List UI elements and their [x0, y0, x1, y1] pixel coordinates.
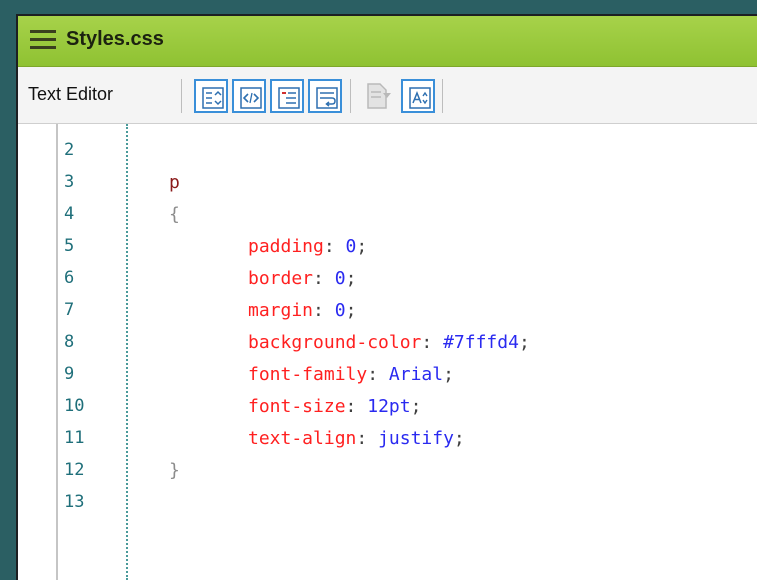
code-line[interactable]: 13 — [18, 489, 757, 517]
css-semicolon: ; — [453, 428, 465, 449]
code-line[interactable]: 8 background-color: #7fffd4; — [18, 329, 757, 357]
code-line[interactable]: 7 margin: 0; — [18, 297, 757, 325]
line-number: 12 — [64, 460, 85, 480]
css-selector: p — [169, 172, 180, 193]
css-brace: } — [169, 460, 180, 481]
toolbar: Text Editor — [18, 67, 757, 124]
css-value: Arial — [388, 364, 444, 385]
line-number: 13 — [64, 492, 85, 512]
toolbar-separator — [181, 79, 182, 113]
format-list-button[interactable] — [194, 79, 228, 113]
code-tags-button[interactable] — [232, 79, 266, 113]
word-wrap-icon — [316, 87, 338, 109]
css-semicolon: ; — [345, 300, 357, 321]
code-line[interactable]: 4{ — [18, 201, 757, 229]
css-property: background-color — [248, 332, 422, 353]
line-number: 7 — [64, 300, 75, 320]
code-line[interactable]: 3p — [18, 169, 757, 197]
line-number: 6 — [64, 268, 75, 288]
document-insert-icon — [367, 83, 391, 109]
css-value: 12pt — [367, 396, 411, 417]
title-bar: Styles.css — [18, 16, 757, 67]
code-line[interactable]: 12} — [18, 457, 757, 485]
line-number: 8 — [64, 332, 75, 352]
css-property: border — [248, 268, 314, 289]
font-size-icon — [409, 87, 431, 109]
css-property: font-size — [248, 396, 346, 417]
toolbar-label: Text Editor — [28, 84, 114, 104]
css-semicolon: ; — [356, 236, 368, 257]
window-title: Styles.css — [66, 28, 164, 50]
css-colon: : — [356, 428, 368, 449]
css-semicolon: ; — [518, 332, 530, 353]
document-insert-button[interactable] — [361, 79, 395, 113]
word-wrap-button[interactable] — [308, 79, 342, 113]
css-colon: : — [367, 364, 379, 385]
css-semicolon: ; — [443, 364, 454, 385]
css-value: 0 — [334, 268, 346, 289]
css-colon: : — [323, 236, 335, 257]
css-value: #7fffd4 — [443, 332, 519, 353]
code-line[interactable]: 2 — [18, 137, 757, 165]
css-property: padding — [248, 236, 324, 257]
line-number: 3 — [64, 172, 75, 192]
code-line[interactable]: 11 text-align: justify; — [18, 425, 757, 453]
editor-window: Styles.css Text Editor 2 3 p 4 {5 paddi… — [16, 14, 757, 580]
css-colon: : — [345, 396, 357, 417]
css-colon: : — [313, 268, 324, 289]
css-property: margin — [248, 300, 314, 321]
css-semicolon: ; — [410, 396, 422, 417]
css-value: justify — [378, 428, 454, 449]
code-tags-icon — [240, 87, 262, 109]
line-number: 9 — [64, 364, 75, 384]
css-brace: { — [169, 204, 180, 225]
css-semicolon: ; — [345, 268, 357, 289]
code-line[interactable]: 6 border: 0; — [18, 265, 757, 293]
line-number: 5 — [64, 236, 75, 256]
line-number: 4 — [64, 204, 75, 224]
format-list-icon — [202, 87, 224, 109]
outline-list-icon — [278, 87, 300, 109]
line-number: 2 — [64, 140, 75, 160]
css-property: text-align — [248, 428, 357, 449]
hamburger-menu-icon[interactable] — [30, 29, 56, 51]
line-number: 10 — [64, 396, 85, 416]
font-size-button[interactable] — [401, 79, 435, 113]
code-editor[interactable]: 2 3 p 4{5 padding: 0; 6 border: 0; 7 margin: 0; 8… — [18, 124, 757, 580]
toolbar-separator — [442, 79, 443, 113]
css-colon: : — [313, 300, 324, 321]
code-line[interactable]: 10 font-size: 12pt; — [18, 393, 757, 421]
css-property: font-family — [248, 364, 368, 385]
line-number: 11 — [64, 428, 85, 448]
css-value: 0 — [334, 300, 346, 321]
code-line[interactable]: 5 padding: 0; — [18, 233, 757, 261]
code-line[interactable]: 9 font-family: Arial; — [18, 361, 757, 389]
css-colon: : — [421, 332, 433, 353]
toolbar-separator — [350, 79, 351, 113]
css-value: 0 — [345, 236, 357, 257]
outline-list-button[interactable] — [270, 79, 304, 113]
